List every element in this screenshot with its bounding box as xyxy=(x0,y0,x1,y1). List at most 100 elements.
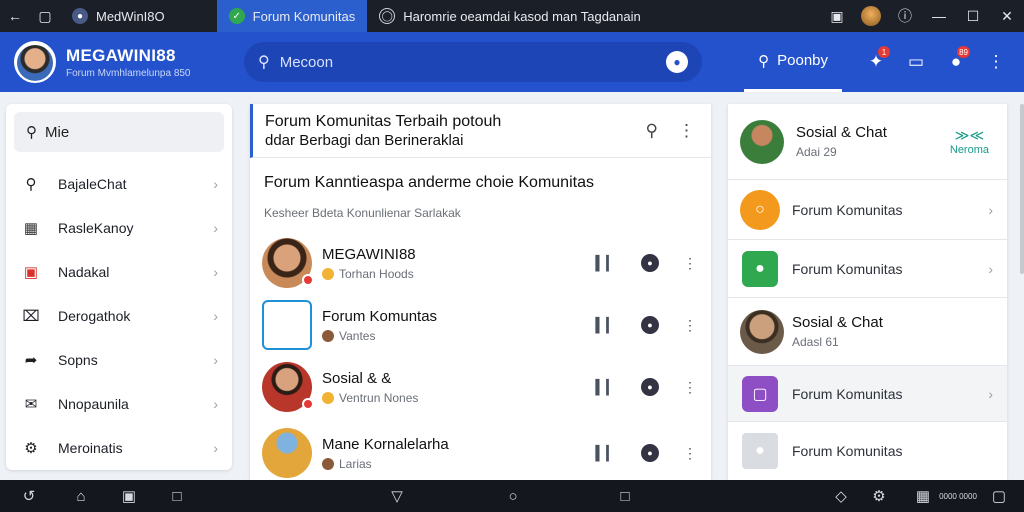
like-icon[interactable]: ▍▎ xyxy=(595,445,617,462)
post-item[interactable]: Sosial & & Ventrun Nones ▍▎ ● ⋮ xyxy=(250,356,711,418)
left-sidebar: ⚲ Mie ⚲ BajaleChat › ▦ RasleKanoy › ▣ Na… xyxy=(6,104,232,470)
comment-icon[interactable]: ● xyxy=(641,378,659,396)
search-input[interactable]: ⚲ Mecoon ● xyxy=(244,42,702,82)
post-title: Sosial & & xyxy=(322,369,392,387)
tab-app[interactable]: ● MedWinI8O xyxy=(60,0,177,32)
search-icon: ⚲ xyxy=(258,54,270,71)
sidebar-item-meroinatis[interactable]: ⚙ Meroinatis › xyxy=(6,426,232,470)
list-item-label: Sosial & Chat xyxy=(796,124,887,141)
follow-label: Neroma xyxy=(949,144,989,156)
more-vertical-icon[interactable]: ⋮ xyxy=(683,317,697,334)
chevron-right-icon: › xyxy=(213,396,218,412)
tab-label: Haromrie oeamdai kasod man Tagdanain xyxy=(403,8,641,24)
search-icon: ⚲ xyxy=(26,124,37,141)
avatar xyxy=(262,362,314,412)
window-icon[interactable]: ▢ xyxy=(30,0,60,32)
settings-dial-icon[interactable]: ⚙ xyxy=(864,480,894,512)
main-feed: Forum Komunitas Terbaih potouh ddar Berb… xyxy=(250,104,711,480)
more-vertical-icon[interactable]: ⋮ xyxy=(683,379,697,396)
header-tab-search[interactable]: ⚲ Poonby xyxy=(744,32,842,92)
close-icon[interactable]: ✕ xyxy=(990,0,1024,32)
info-icon[interactable]: ⓘ xyxy=(888,0,922,32)
title-bar: ← ▢ ● MedWinI8O ✓ Forum Komunitas ◯ Haro… xyxy=(0,0,1024,32)
list-item[interactable]: ▢ Forum Komunitas › xyxy=(728,366,1007,422)
notifications-button[interactable]: ● 89 xyxy=(936,32,976,92)
home-outline-icon[interactable]: ⌂ xyxy=(66,480,96,512)
feed-meta: Kesheer Bdeta Konunlienar Sarlakak xyxy=(264,206,461,220)
home-circle-icon[interactable]: ○ xyxy=(498,480,528,512)
undo-icon[interactable]: ↺ xyxy=(14,480,44,512)
shield-icon: ✓ xyxy=(228,8,245,24)
back-arrow-icon[interactable]: ← xyxy=(0,0,30,32)
clock: 0000 0000 xyxy=(938,480,978,512)
minimize-icon[interactable]: — xyxy=(922,0,956,32)
comment-icon[interactable]: ● xyxy=(641,254,659,272)
back-triangle-icon[interactable]: ▽ xyxy=(382,480,412,512)
chat-bubble-icon[interactable]: ● xyxy=(666,51,688,73)
clock-text: 0000 0000 xyxy=(939,491,977,501)
recents-square-icon[interactable]: □ xyxy=(610,480,640,512)
bag-icon: ▢ xyxy=(742,375,778,412)
list-item-label: Forum Komunitas xyxy=(792,260,903,277)
chevron-right-icon: › xyxy=(213,176,218,192)
post-title: MEGAWINI88 xyxy=(322,245,416,263)
post-item[interactable]: Forum Komuntas Vantes ▍▎ ● ⋮ xyxy=(250,294,711,356)
scrollbar[interactable] xyxy=(1020,104,1024,274)
app-icon: ● xyxy=(72,8,88,24)
list-item[interactable]: Sosial & Chat Adai 29 ≫≪ Neroma xyxy=(728,104,1007,180)
square-icon[interactable]: □ xyxy=(162,480,192,512)
sidebar-item-derogathok[interactable]: ⌧ Derogathok › xyxy=(6,294,232,338)
sidebar-item-label: Nnopaunila xyxy=(58,396,129,412)
search-icon[interactable]: ⚲ xyxy=(646,121,658,141)
more-menu-icon[interactable]: ⋮ xyxy=(976,32,1016,92)
post-item[interactable]: Mane Kornalelarha Larias ▍▎ ● ⋮ xyxy=(250,422,711,484)
list-item[interactable]: ● Forum Komunitas › xyxy=(728,240,1007,298)
comment-icon[interactable]: ● xyxy=(641,316,659,334)
folder-icon: ▣ xyxy=(23,264,39,281)
chevron-right-icon: › xyxy=(213,220,218,236)
brand-subtitle: Forum Mvmhlamelunpa 850 xyxy=(66,67,191,79)
like-icon[interactable]: ▍▎ xyxy=(595,255,617,272)
diamond-icon[interactable]: ◇ xyxy=(826,480,856,512)
profile-avatar[interactable] xyxy=(854,0,888,32)
apps-button[interactable]: ✦ 1 xyxy=(856,32,896,92)
tab-second[interactable]: ◯ Haromrie oeamdai kasod man Tagdanain xyxy=(367,0,653,32)
forum-icon xyxy=(262,300,312,350)
feed-header: Forum Komunitas Terbaih potouh ddar Berb… xyxy=(250,104,711,158)
comment-icon[interactable]: ● xyxy=(641,444,659,462)
list-item[interactable]: ○ Forum Komunitas › xyxy=(728,180,1007,240)
follow-button[interactable]: ≫≪ Neroma xyxy=(950,127,989,156)
more-vertical-icon[interactable]: ⋮ xyxy=(678,121,695,141)
avatar xyxy=(740,309,784,354)
sidebar-search-input[interactable]: ⚲ Mie xyxy=(14,112,224,152)
window-title: MedWinI8O xyxy=(96,8,165,24)
more-vertical-icon[interactable]: ⋮ xyxy=(683,255,697,272)
globe-icon: ◯ xyxy=(379,8,396,24)
sidebar-item-label: Derogathok xyxy=(58,308,131,324)
sidebar-item-bajalechat[interactable]: ⚲ BajaleChat › xyxy=(6,162,232,206)
post-meta: Vantes xyxy=(339,328,376,343)
message-icon[interactable]: ▢ xyxy=(984,480,1014,512)
more-vertical-icon[interactable]: ⋮ xyxy=(683,445,697,462)
sidebar-item-nnopaunila[interactable]: ✉ Nnopaunila › xyxy=(6,382,232,426)
sidebar-item-raslekanoy[interactable]: ▦ RasleKanoy › xyxy=(6,206,232,250)
like-icon[interactable]: ▍▎ xyxy=(595,379,617,396)
like-icon[interactable]: ▍▎ xyxy=(595,317,617,334)
notifications-badge: 89 xyxy=(957,46,970,58)
maximize-icon[interactable]: ☐ xyxy=(956,0,990,32)
list-item-label: Sosial & Chat xyxy=(792,314,883,331)
sidebar-item-sopns[interactable]: ➦ Sopns › xyxy=(6,338,232,382)
brand-avatar[interactable] xyxy=(14,41,56,83)
window-icon[interactable]: ▣ xyxy=(114,480,144,512)
screenshot-icon[interactable]: ▣ xyxy=(820,0,854,32)
sidebar-item-nadakal[interactable]: ▣ Nadakal › xyxy=(6,250,232,294)
keyboard-icon[interactable]: ▦ xyxy=(908,480,938,512)
post-item[interactable]: MEGAWINI88 Torhan Hoods ▍▎ ● ⋮ xyxy=(250,232,711,294)
chevron-right-icon: › xyxy=(213,440,218,456)
list-item[interactable]: ● Forum Komunitas xyxy=(728,422,1007,480)
tab-forum[interactable]: ✓ Forum Komunitas xyxy=(216,0,368,32)
search-placeholder: Mecoon xyxy=(279,53,334,71)
list-item[interactable]: Sosial & Chat Adasl 61 xyxy=(728,298,1007,366)
trash-button[interactable]: ▭ xyxy=(896,32,936,92)
sidebar-item-label: Meroinatis xyxy=(58,440,123,456)
